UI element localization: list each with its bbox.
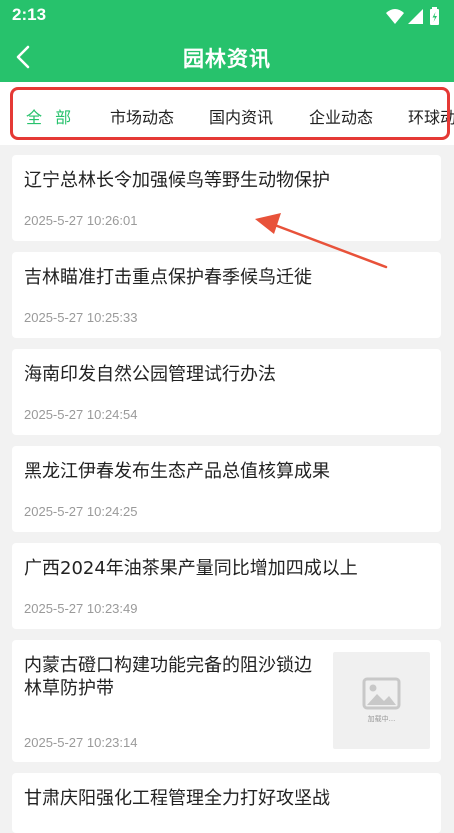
article-time: 2025-5-27 10:24:25	[24, 504, 138, 519]
article-title: 广西2024年油茶果产量同比增加四成以上	[24, 558, 358, 579]
tabs-highlight-box	[10, 87, 450, 140]
page-title: 园林资讯	[183, 47, 271, 71]
article-card[interactable]: 海南印发自然公园管理试行办法 2025-5-27 10:24:54	[12, 349, 441, 435]
article-card[interactable]: 广西2024年油茶果产量同比增加四成以上 2025-5-27 10:23:49	[12, 543, 441, 629]
article-card[interactable]: 辽宁总林长令加强候鸟等野生动物保护 2025-5-27 10:26:01	[12, 155, 441, 241]
thumbnail-loading-text: 加载中...	[367, 715, 396, 723]
app-bar: 园林资讯	[0, 32, 454, 82]
article-title: 海南印发自然公园管理试行办法	[24, 364, 276, 385]
article-time: 2025-5-27 10:23:49	[24, 601, 138, 616]
battery-icon	[430, 7, 439, 25]
article-time: 2025-5-27 10:26:01	[24, 213, 138, 228]
status-icons	[386, 7, 439, 25]
article-title: 内蒙古磴口构建功能完备的阻沙锁边 林草防护带	[24, 654, 324, 700]
article-time: 2025-5-27 10:25:33	[24, 310, 138, 325]
article-thumbnail: 加载中...	[333, 652, 430, 749]
article-card[interactable]: 吉林瞄准打击重点保护春季候鸟迁徙 2025-5-27 10:25:33	[12, 252, 441, 338]
category-tabs: 全 部 市场动态 国内资讯 企业动态 环球动	[0, 82, 454, 145]
article-time: 2025-5-27 10:23:14	[24, 735, 138, 750]
article-card[interactable]: 甘肃庆阳强化工程管理全力打好攻坚战	[12, 773, 441, 833]
article-title: 辽宁总林长令加强候鸟等野生动物保护	[24, 170, 330, 191]
article-title: 吉林瞄准打击重点保护春季候鸟迁徙	[24, 267, 312, 288]
article-card[interactable]: 内蒙古磴口构建功能完备的阻沙锁边 林草防护带 2025-5-27 10:23:1…	[12, 640, 441, 762]
article-title-line: 林草防护带	[24, 678, 114, 699]
status-bar: 2:13	[0, 0, 454, 32]
article-card[interactable]: 黑龙江伊春发布生态产品总值核算成果 2025-5-27 10:24:25	[12, 446, 441, 532]
article-time: 2025-5-27 10:24:54	[24, 407, 138, 422]
status-time: 2:13	[12, 5, 47, 24]
wifi-icon	[386, 9, 404, 24]
signal-icon	[408, 9, 423, 24]
image-placeholder-icon	[362, 677, 401, 710]
article-title: 黑龙江伊春发布生态产品总值核算成果	[24, 461, 330, 482]
article-title-line: 内蒙古磴口构建功能完备的阻沙锁边	[24, 655, 312, 676]
